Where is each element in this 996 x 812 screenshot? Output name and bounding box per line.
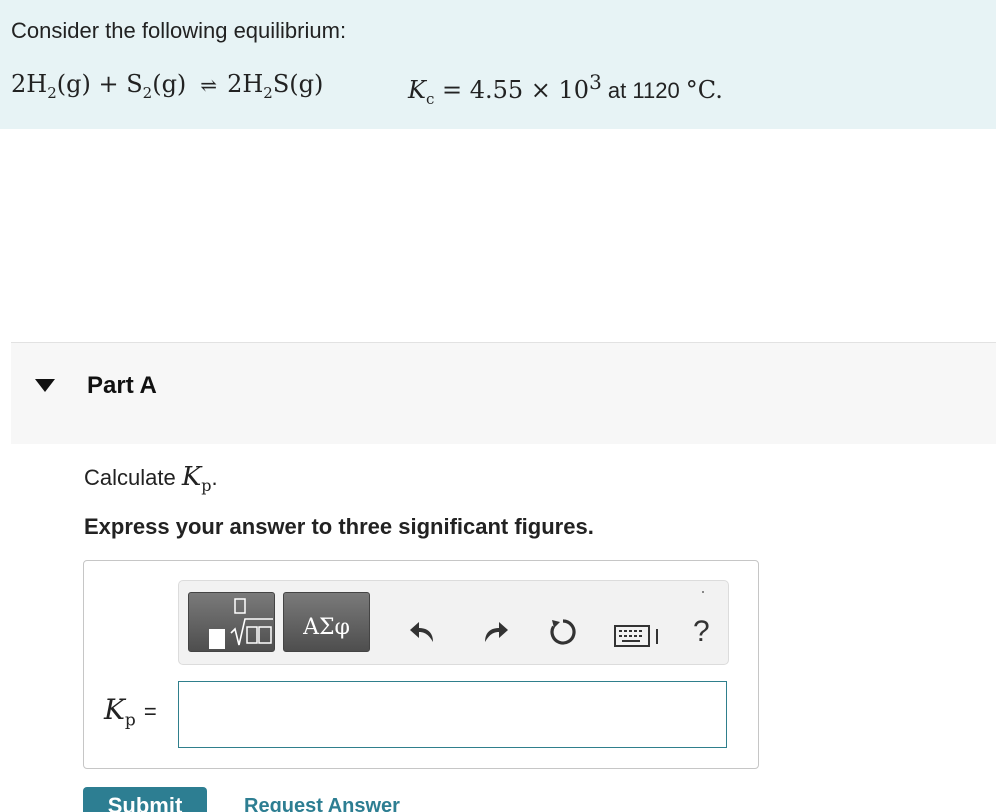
prompt-text: Calculate [84,465,182,490]
part-a-header[interactable]: Part A [11,342,996,444]
kp-subscript: p [124,710,136,731]
prompt-kp-symbol: Kp [181,462,212,496]
equilibrium-constant: Kc = 4.55 × 103 at 1120 °C. [408,70,723,108]
collapse-triangle-icon[interactable] [35,379,55,392]
intro-text: Consider the following equilibrium: [11,18,347,43]
prompt-p-subscript: p [201,476,212,496]
equals-sign: = [143,699,157,724]
s2-subscript: 2 [142,83,153,102]
greek-label: ΑΣφ [303,615,350,640]
greek-symbols-button[interactable]: ΑΣφ [283,592,370,652]
prompt-k: K [181,462,202,492]
kc-at-text: at 1120 [601,78,686,103]
reaction-equation: 2H2(g) + S2(g) ⇌ 2H2S(g) [11,70,323,102]
kc-symbol: K [408,76,426,104]
kp-label: Kp = [104,693,157,731]
answer-instruction: Express your answer to three significant… [84,514,594,539]
prompt-period: . [211,465,218,490]
keyboard-icon[interactable] [614,625,662,647]
math-toolbar: ΑΣφ ? [178,580,729,665]
reset-icon[interactable] [547,616,579,648]
reactant-h2: 2H [11,70,48,98]
product-h2s: 2H [227,70,264,98]
kc-unit: °C. [685,76,723,104]
problem-intro-panel: Consider the following equilibrium: 2H2(… [0,0,996,129]
submit-button[interactable]: Submit [83,787,207,812]
templates-icon [209,598,273,649]
h2-subscript: 2 [47,83,57,102]
part-title: Part A [87,372,157,399]
templates-button[interactable] [188,592,275,652]
question-prompt: Calculate Kp. [84,462,218,495]
equilibrium-arrow-icon: ⇌ [200,73,218,97]
reactant-phase: (g) [152,70,187,98]
answer-container: ΑΣφ ? Kp = [83,560,759,769]
help-button[interactable]: ? [693,615,710,649]
request-answer-link[interactable]: Request Answer [244,795,400,812]
kc-exponent: 3 [589,70,602,94]
answer-input[interactable] [178,681,727,748]
undo-icon[interactable] [407,616,439,648]
toolbar-dot [702,591,704,593]
product-rest: S(g) [272,70,324,98]
kp-symbol: K [104,693,125,726]
product-subscript: 2 [263,83,273,102]
reactant-s2: (g) + S [56,70,143,98]
redo-icon[interactable] [479,616,511,648]
kc-value: = 4.55 × 10 [434,76,590,104]
